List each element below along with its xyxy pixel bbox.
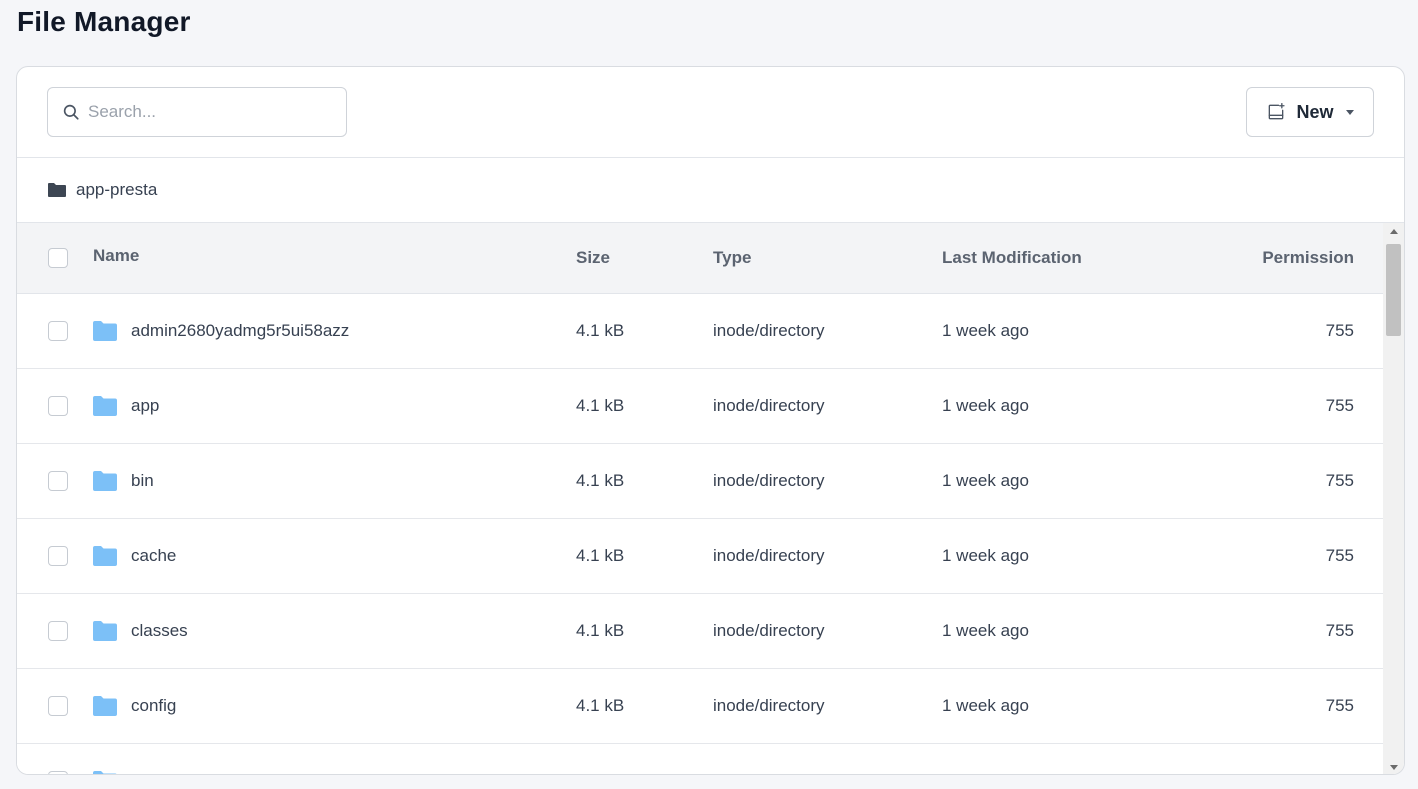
file-permission: 755 bbox=[1325, 696, 1354, 715]
file-type: inode/directory bbox=[713, 744, 825, 774]
folder-icon bbox=[93, 621, 117, 641]
file-size: 4.1 kB bbox=[576, 471, 625, 490]
toolbar: New bbox=[17, 67, 1404, 158]
file-size: 4.1 kB bbox=[576, 546, 625, 565]
file-size: 4.1 kB bbox=[576, 744, 624, 774]
file-name[interactable]: controllers bbox=[131, 771, 209, 774]
table-row[interactable]: config 4.1 kB inode/directory 1 week ago 755 bbox=[17, 669, 1384, 744]
vertical-scrollbar[interactable] bbox=[1383, 223, 1404, 774]
breadcrumb: app-presta bbox=[17, 158, 1404, 223]
folder-icon bbox=[93, 546, 117, 566]
file-last-modification: 1 week ago bbox=[942, 744, 1029, 774]
file-type: inode/directory bbox=[713, 696, 825, 715]
folder-icon bbox=[93, 771, 117, 774]
file-name[interactable]: admin2680yadmg5r5ui58azz bbox=[131, 321, 349, 341]
table-row[interactable]: controllers 4.1 kB inode/directory 1 week a… bbox=[17, 744, 1384, 774]
column-header-size[interactable]: Size bbox=[576, 223, 610, 293]
table-header: Name Size Type Last Modification Permiss… bbox=[17, 223, 1384, 294]
folder-icon bbox=[93, 696, 117, 716]
scroll-up-button[interactable] bbox=[1383, 223, 1404, 240]
row-checkbox[interactable] bbox=[48, 396, 68, 416]
row-checkbox[interactable] bbox=[48, 546, 68, 566]
file-name[interactable]: app bbox=[131, 396, 159, 416]
new-button-label: New bbox=[1296, 101, 1334, 122]
search-icon bbox=[63, 104, 79, 120]
table-row[interactable]: classes 4.1 kB inode/directory 1 week ago 75… bbox=[17, 594, 1384, 669]
folder-icon bbox=[93, 321, 117, 341]
chevron-up-icon bbox=[1389, 229, 1398, 234]
new-file-icon bbox=[1269, 103, 1286, 120]
file-manager-card: New app-presta Name Size Type Last Modif… bbox=[16, 66, 1405, 775]
table-row[interactable]: app 4.1 kB inode/directory 1 week ago 755 bbox=[17, 369, 1384, 444]
file-last-modification: 1 week ago bbox=[942, 621, 1029, 640]
page-title: File Manager bbox=[17, 6, 191, 37]
file-last-modification: 1 week ago bbox=[942, 696, 1029, 715]
file-type: inode/directory bbox=[713, 546, 825, 565]
column-header-last-modification[interactable]: Last Modification bbox=[942, 223, 1082, 293]
scroll-thumb[interactable] bbox=[1386, 244, 1401, 336]
search-input[interactable] bbox=[88, 102, 328, 122]
file-size: 4.1 kB bbox=[576, 621, 625, 640]
search-box[interactable] bbox=[47, 87, 347, 137]
table-row[interactable]: cache 4.1 kB inode/directory 1 week ago 755 bbox=[17, 519, 1384, 594]
file-permission: 755 bbox=[1326, 744, 1354, 774]
file-permission: 755 bbox=[1325, 621, 1354, 640]
column-header-permission[interactable]: Permission bbox=[1262, 223, 1354, 293]
file-last-modification: 1 week ago bbox=[942, 471, 1029, 490]
column-header-name[interactable]: Name bbox=[93, 223, 139, 291]
file-permission: 755 bbox=[1325, 321, 1354, 340]
folder-icon bbox=[48, 183, 66, 197]
table-row[interactable]: bin 4.1 kB inode/directory 1 week ago 755 bbox=[17, 444, 1384, 519]
chevron-down-icon bbox=[1345, 109, 1354, 115]
file-permission: 755 bbox=[1325, 471, 1354, 490]
scroll-down-button[interactable] bbox=[1383, 759, 1404, 774]
file-type: inode/directory bbox=[713, 471, 825, 490]
file-name[interactable]: bin bbox=[131, 471, 154, 491]
row-checkbox[interactable] bbox=[48, 471, 68, 491]
file-last-modification: 1 week ago bbox=[942, 321, 1029, 340]
chevron-down-icon bbox=[1389, 765, 1398, 770]
file-permission: 755 bbox=[1325, 396, 1354, 415]
file-size: 4.1 kB bbox=[576, 696, 625, 715]
table-row[interactable]: admin2680yadmg5r5ui58azz 4.1 kB inode/dire… bbox=[17, 294, 1384, 369]
file-type: inode/directory bbox=[713, 621, 825, 640]
row-checkbox[interactable] bbox=[48, 321, 68, 341]
row-checkbox[interactable] bbox=[48, 771, 68, 774]
row-checkbox[interactable] bbox=[48, 621, 68, 641]
file-last-modification: 1 week ago bbox=[942, 396, 1029, 415]
row-checkbox[interactable] bbox=[48, 696, 68, 716]
file-name[interactable]: classes bbox=[131, 621, 188, 641]
new-button[interactable]: New bbox=[1246, 87, 1374, 137]
folder-icon bbox=[93, 471, 117, 491]
file-table: Name Size Type Last Modification Permiss… bbox=[17, 223, 1384, 774]
file-size: 4.1 kB bbox=[576, 396, 625, 415]
folder-icon bbox=[93, 396, 117, 416]
file-permission: 755 bbox=[1325, 546, 1354, 565]
file-type: inode/directory bbox=[713, 396, 825, 415]
file-size: 4.1 kB bbox=[576, 321, 625, 340]
file-type: inode/directory bbox=[713, 321, 825, 340]
column-header-type[interactable]: Type bbox=[713, 223, 751, 293]
file-name[interactable]: cache bbox=[131, 546, 176, 566]
file-name[interactable]: config bbox=[131, 696, 176, 716]
select-all-checkbox[interactable] bbox=[48, 248, 68, 268]
file-last-modification: 1 week ago bbox=[942, 546, 1029, 565]
breadcrumb-item-current[interactable]: app-presta bbox=[76, 180, 157, 200]
